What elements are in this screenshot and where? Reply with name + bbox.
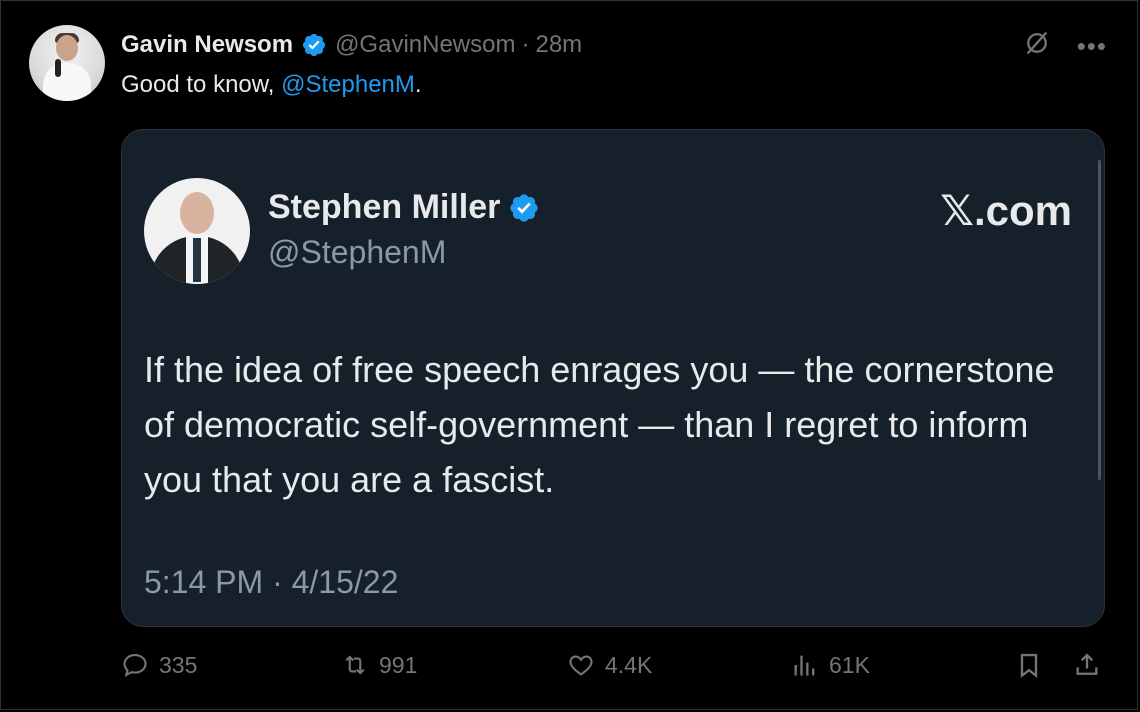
reply-button[interactable]: 335 [121, 651, 197, 679]
tweet-time-ago[interactable]: 28m [535, 31, 582, 59]
tweet-container: Gavin Newsom @GavinNewsom · 28m ••• Good… [0, 0, 1138, 710]
avatar-head [180, 192, 214, 234]
quoted-tweet-timestamp[interactable]: 5:14 PM · 4/15/22 [144, 564, 398, 601]
quoted-author-handle[interactable]: @StephenM [268, 234, 446, 271]
tweet-text: Good to know, @StephenM. [121, 71, 422, 99]
tweet-top-actions: ••• [1023, 29, 1107, 62]
avatar-body [43, 63, 91, 101]
views-count: 61K [829, 651, 870, 678]
more-icon[interactable]: ••• [1077, 32, 1107, 60]
source-label[interactable]: 𝕏.com [940, 186, 1072, 235]
reply-count: 335 [159, 651, 198, 678]
quoted-author-avatar[interactable] [144, 178, 250, 284]
author-handle[interactable]: @GavinNewsom [335, 31, 515, 59]
quoted-author-name-row: Stephen Miller [268, 188, 540, 227]
tweet-header: Gavin Newsom @GavinNewsom · 28m [121, 29, 582, 61]
grok-icon[interactable] [1023, 29, 1051, 62]
repost-button[interactable]: 991 [341, 651, 417, 679]
bookmark-button[interactable] [1015, 651, 1043, 679]
repost-icon [345, 655, 365, 675]
avatar-tie [193, 238, 201, 282]
card-scrollbar[interactable] [1098, 160, 1101, 480]
author-avatar[interactable] [29, 25, 105, 101]
reply-icon [123, 654, 147, 677]
tweet-text-prefix: Good to know, [121, 71, 282, 98]
tweet-mention-link[interactable]: @StephenM [281, 71, 415, 98]
share-button[interactable] [1073, 651, 1101, 679]
views-icon [794, 655, 815, 676]
author-display-name[interactable]: Gavin Newsom [121, 31, 293, 59]
quoted-tweet-card[interactable]: Stephen Miller @StephenM 𝕏.com If the id… [121, 129, 1105, 627]
meta-separator: · [521, 31, 530, 58]
verified-badge-icon [508, 192, 540, 224]
avatar-microphone [55, 59, 61, 77]
tweet-text-suffix: . [414, 71, 422, 98]
share-icon [1076, 653, 1098, 675]
views-button[interactable]: 61K [791, 651, 870, 679]
quoted-tweet-text: If the idea of free speech enrages you —… [144, 349, 1055, 500]
verified-badge-icon [301, 32, 327, 58]
bookmark-icon [1020, 653, 1038, 678]
like-count: 4.4K [605, 651, 653, 678]
avatar-head [56, 35, 78, 61]
repost-count: 991 [379, 651, 418, 678]
quoted-author-display-name[interactable]: Stephen Miller [268, 188, 500, 227]
tweet-action-bar: 335 991 4.4K 61K [1, 651, 1139, 695]
like-button[interactable]: 4.4K [567, 651, 652, 679]
like-icon [569, 655, 593, 676]
